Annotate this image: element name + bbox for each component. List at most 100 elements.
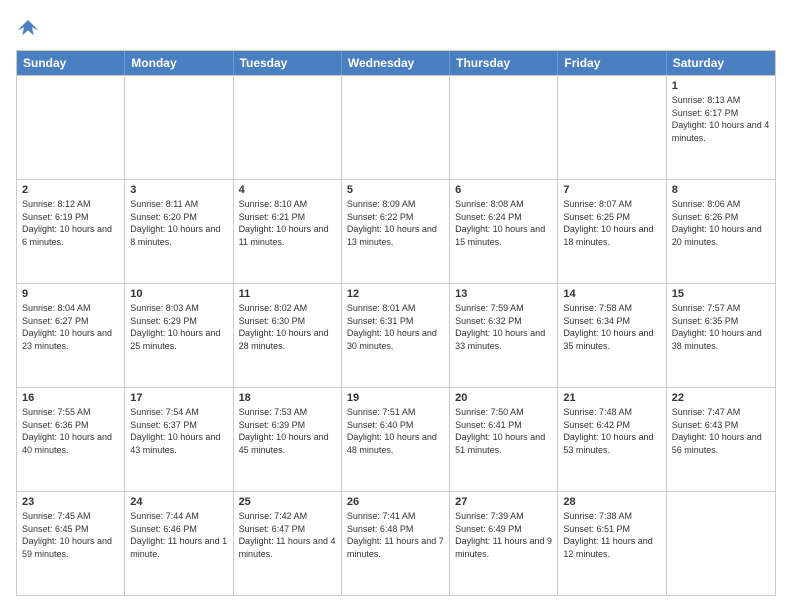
empty-cell <box>125 76 233 179</box>
day-info: Sunrise: 7:41 AM Sunset: 6:48 PM Dayligh… <box>347 510 444 560</box>
page: SundayMondayTuesdayWednesdayThursdayFrid… <box>0 0 792 612</box>
day-number: 23 <box>22 496 119 508</box>
day-number: 25 <box>239 496 336 508</box>
day-cell-5: 5Sunrise: 8:09 AM Sunset: 6:22 PM Daylig… <box>342 180 450 283</box>
day-cell-10: 10 Sunrise: 8:03 AM Sunset: 6:29 PM Dayli… <box>125 284 233 387</box>
day-number: 24 <box>130 496 227 508</box>
day-cell-9: 9 Sunrise: 8:04 AM Sunset: 6:27 PM Daylig… <box>17 284 125 387</box>
header <box>16 16 776 40</box>
header-day-monday: Monday <box>125 51 233 75</box>
day-number: 26 <box>347 496 444 508</box>
day-cell-22: 22 Sunrise: 7:47 AM Sunset: 6:43 PM Dayli… <box>667 388 775 491</box>
calendar-week-5: 23 Sunrise: 7:45 AM Sunset: 6:45 PM Dayli… <box>17 491 775 595</box>
day-number: 14 <box>563 288 660 300</box>
day-info: Sunrise: 7:54 AM Sunset: 6:37 PM Dayligh… <box>130 406 227 456</box>
day-info: Sunrise: 7:42 AM Sunset: 6:47 PM Dayligh… <box>239 510 336 560</box>
day-number: 20 <box>455 392 552 404</box>
day-number: 3 <box>130 184 227 196</box>
calendar-week-1: 1 Sunrise: 8:13 AM Sunset: 6:17 PM Daylig… <box>17 75 775 179</box>
day-info: Sunrise: 8:12 AM Sunset: 6:19 PM Dayligh… <box>22 198 119 248</box>
day-info: Sunrise: 8:11 AM Sunset: 6:20 PM Dayligh… <box>130 198 227 248</box>
day-cell-27: 27 Sunrise: 7:39 AM Sunset: 6:49 PM Dayli… <box>450 492 558 595</box>
day-info: Sunrise: 7:51 AM Sunset: 6:40 PM Dayligh… <box>347 406 444 456</box>
day-info: Sunrise: 7:55 AM Sunset: 6:36 PM Dayligh… <box>22 406 119 456</box>
day-number: 22 <box>672 392 770 404</box>
day-info: Sunrise: 7:39 AM Sunset: 6:49 PM Dayligh… <box>455 510 552 560</box>
day-info: Sunrise: 8:09 AM Sunset: 6:22 PM Dayligh… <box>347 198 444 248</box>
day-number: 27 <box>455 496 552 508</box>
day-number: 7 <box>563 184 660 196</box>
day-info: Sunrise: 7:38 AM Sunset: 6:51 PM Dayligh… <box>563 510 660 560</box>
day-cell-26: 26 Sunrise: 7:41 AM Sunset: 6:48 PM Dayli… <box>342 492 450 595</box>
day-number: 18 <box>239 392 336 404</box>
day-cell-28: 28 Sunrise: 7:38 AM Sunset: 6:51 PM Dayli… <box>558 492 666 595</box>
day-cell-8: 8Sunrise: 8:06 AM Sunset: 6:26 PM Daylig… <box>667 180 775 283</box>
day-cell-19: 19 Sunrise: 7:51 AM Sunset: 6:40 PM Dayli… <box>342 388 450 491</box>
day-number: 19 <box>347 392 444 404</box>
day-info: Sunrise: 7:50 AM Sunset: 6:41 PM Dayligh… <box>455 406 552 456</box>
day-cell-21: 21Sunrise: 7:48 AM Sunset: 6:42 PM Dayli… <box>558 388 666 491</box>
day-number: 6 <box>455 184 552 196</box>
day-info: Sunrise: 7:58 AM Sunset: 6:34 PM Dayligh… <box>563 302 660 352</box>
day-number: 13 <box>455 288 552 300</box>
day-cell-13: 13 Sunrise: 7:59 AM Sunset: 6:32 PM Dayli… <box>450 284 558 387</box>
day-cell-7: 7 Sunrise: 8:07 AM Sunset: 6:25 PM Daylig… <box>558 180 666 283</box>
empty-cell <box>17 76 125 179</box>
day-cell-15: 15Sunrise: 7:57 AM Sunset: 6:35 PM Dayli… <box>667 284 775 387</box>
day-info: Sunrise: 8:10 AM Sunset: 6:21 PM Dayligh… <box>239 198 336 248</box>
day-info: Sunrise: 7:57 AM Sunset: 6:35 PM Dayligh… <box>672 302 770 352</box>
day-info: Sunrise: 8:03 AM Sunset: 6:29 PM Dayligh… <box>130 302 227 352</box>
day-cell-3: 3 Sunrise: 8:11 AM Sunset: 6:20 PM Daylig… <box>125 180 233 283</box>
day-number: 10 <box>130 288 227 300</box>
empty-cell <box>450 76 558 179</box>
day-number: 11 <box>239 288 336 300</box>
calendar-week-2: 2Sunrise: 8:12 AM Sunset: 6:19 PM Daylig… <box>17 179 775 283</box>
day-cell-4: 4 Sunrise: 8:10 AM Sunset: 6:21 PM Daylig… <box>234 180 342 283</box>
day-number: 1 <box>672 80 770 92</box>
day-cell-2: 2Sunrise: 8:12 AM Sunset: 6:19 PM Daylig… <box>17 180 125 283</box>
day-cell-6: 6 Sunrise: 8:08 AM Sunset: 6:24 PM Daylig… <box>450 180 558 283</box>
day-cell-17: 17 Sunrise: 7:54 AM Sunset: 6:37 PM Dayli… <box>125 388 233 491</box>
empty-cell <box>558 76 666 179</box>
empty-cell <box>234 76 342 179</box>
calendar: SundayMondayTuesdayWednesdayThursdayFrid… <box>16 50 776 596</box>
day-info: Sunrise: 7:47 AM Sunset: 6:43 PM Dayligh… <box>672 406 770 456</box>
day-info: Sunrise: 7:59 AM Sunset: 6:32 PM Dayligh… <box>455 302 552 352</box>
day-info: Sunrise: 8:13 AM Sunset: 6:17 PM Dayligh… <box>672 94 770 144</box>
day-number: 9 <box>22 288 119 300</box>
calendar-header: SundayMondayTuesdayWednesdayThursdayFrid… <box>17 51 775 75</box>
day-number: 12 <box>347 288 444 300</box>
day-number: 4 <box>239 184 336 196</box>
day-info: Sunrise: 7:53 AM Sunset: 6:39 PM Dayligh… <box>239 406 336 456</box>
day-cell-16: 16Sunrise: 7:55 AM Sunset: 6:36 PM Dayli… <box>17 388 125 491</box>
day-cell-23: 23 Sunrise: 7:45 AM Sunset: 6:45 PM Dayli… <box>17 492 125 595</box>
day-cell-1: 1 Sunrise: 8:13 AM Sunset: 6:17 PM Daylig… <box>667 76 775 179</box>
day-cell-11: 11 Sunrise: 8:02 AM Sunset: 6:30 PM Dayli… <box>234 284 342 387</box>
logo <box>16 16 44 40</box>
day-cell-14: 14 Sunrise: 7:58 AM Sunset: 6:34 PM Dayli… <box>558 284 666 387</box>
day-number: 21 <box>563 392 660 404</box>
day-info: Sunrise: 8:07 AM Sunset: 6:25 PM Dayligh… <box>563 198 660 248</box>
day-info: Sunrise: 7:45 AM Sunset: 6:45 PM Dayligh… <box>22 510 119 560</box>
empty-cell <box>342 76 450 179</box>
day-info: Sunrise: 8:02 AM Sunset: 6:30 PM Dayligh… <box>239 302 336 352</box>
day-cell-24: 24Sunrise: 7:44 AM Sunset: 6:46 PM Dayli… <box>125 492 233 595</box>
header-day-tuesday: Tuesday <box>234 51 342 75</box>
header-day-wednesday: Wednesday <box>342 51 450 75</box>
day-number: 28 <box>563 496 660 508</box>
day-cell-25: 25 Sunrise: 7:42 AM Sunset: 6:47 PM Dayli… <box>234 492 342 595</box>
calendar-week-4: 16Sunrise: 7:55 AM Sunset: 6:36 PM Dayli… <box>17 387 775 491</box>
day-info: Sunrise: 8:04 AM Sunset: 6:27 PM Dayligh… <box>22 302 119 352</box>
calendar-body: 1 Sunrise: 8:13 AM Sunset: 6:17 PM Daylig… <box>17 75 775 595</box>
header-day-sunday: Sunday <box>17 51 125 75</box>
day-info: Sunrise: 8:08 AM Sunset: 6:24 PM Dayligh… <box>455 198 552 248</box>
calendar-week-3: 9 Sunrise: 8:04 AM Sunset: 6:27 PM Daylig… <box>17 283 775 387</box>
header-day-thursday: Thursday <box>450 51 558 75</box>
day-info: Sunrise: 8:06 AM Sunset: 6:26 PM Dayligh… <box>672 198 770 248</box>
header-day-saturday: Saturday <box>667 51 775 75</box>
day-cell-18: 18 Sunrise: 7:53 AM Sunset: 6:39 PM Dayli… <box>234 388 342 491</box>
header-day-friday: Friday <box>558 51 666 75</box>
day-cell-20: 20 Sunrise: 7:50 AM Sunset: 6:41 PM Dayli… <box>450 388 558 491</box>
empty-cell <box>667 492 775 595</box>
day-number: 17 <box>130 392 227 404</box>
